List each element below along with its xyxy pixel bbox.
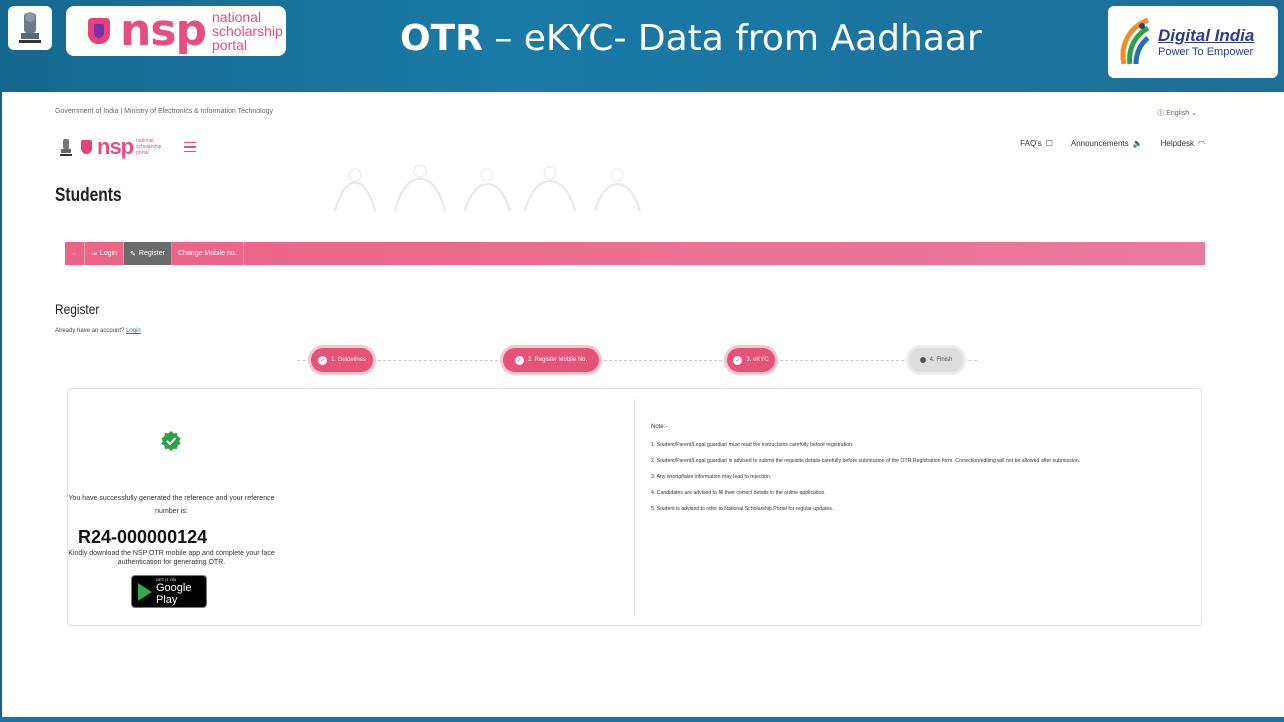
helpdesk-label: Helpdesk	[1160, 139, 1195, 148]
nav-register-label: Register	[138, 250, 165, 257]
check-icon: ✓	[733, 355, 743, 365]
nav-register[interactable]: ✎ Register	[124, 242, 172, 265]
site-nsp-logo[interactable]: nsp national scholarship portal	[81, 134, 161, 160]
pending-dot-icon	[919, 357, 926, 363]
nsp-logo-subtitle-2: scholarship	[212, 23, 283, 39]
back-arrow-icon: ←	[71, 250, 78, 257]
mini-emblem-icon	[60, 139, 72, 156]
faqs-label: FAQ's	[1020, 139, 1042, 148]
digital-india-swirl-icon	[1120, 17, 1150, 65]
slide-title-rest: – eKYC- Data from Aadhaar	[482, 18, 982, 59]
announcements-label: Announcements	[1070, 139, 1129, 148]
site-nsp-subtitle-3: portal	[136, 150, 149, 156]
slide-header: nsp national scholarship portal OTR – eK…	[0, 0, 1284, 92]
headset-icon: ◠	[1198, 139, 1205, 148]
chat-icon: ☐	[1045, 139, 1053, 148]
step-label: 2. Register Mobile No.	[527, 357, 588, 363]
already-account-text: Already have an account? Login	[55, 328, 141, 334]
faqs-link[interactable]: FAQ's ☐	[1020, 139, 1053, 148]
site-screenshot: Government of India | Ministry of Electr…	[55, 103, 1205, 633]
nsp-shield-icon	[88, 18, 110, 44]
note-item: 5. Student is advised to refer to Nation…	[651, 506, 834, 512]
nav-change-mobile[interactable]: Change Mobile no.	[172, 242, 244, 265]
stepper-line	[599, 360, 727, 361]
result-card: You have successfully generated the refe…	[67, 388, 1202, 626]
language-select[interactable]: ⓵ English ⌄	[1157, 108, 1197, 120]
menu-hamburger-icon[interactable]	[184, 142, 197, 152]
slide: nsp national scholarship portal OTR – eK…	[0, 0, 1284, 722]
google-play-big: Google Play	[156, 582, 192, 606]
stepper-line	[963, 360, 977, 361]
notes-panel: Note:- 1. Student/Parent/Legal guardian …	[651, 424, 1196, 522]
government-emblem-logo	[8, 6, 52, 50]
card-divider	[634, 399, 635, 617]
step-ekyc[interactable]: ✓ 3. eKYC	[727, 348, 775, 372]
already-text: Already have an account?	[55, 328, 125, 334]
step-register-mobile[interactable]: ✓ 2. Register Mobile No.	[503, 348, 599, 372]
step-finish[interactable]: 4. Finish	[909, 348, 963, 372]
nav-login-label: Login	[99, 250, 118, 257]
site-header: nsp national scholarship portal FAQ's ☐ A…	[55, 131, 1205, 163]
note-item: 4. Candidates are advised to fill their …	[651, 490, 826, 496]
login-icon: ⇥	[91, 250, 97, 258]
header-links: FAQ's ☐ Announcements 🔈 Helpdesk ◠	[1020, 139, 1205, 148]
site-nsp-subtitle: national scholarship portal	[136, 138, 161, 156]
check-icon: ✓	[514, 355, 524, 365]
success-message: You have successfully generated the refe…	[68, 495, 275, 515]
verified-badge-icon	[161, 431, 181, 451]
notes-heading: Note:-	[651, 424, 668, 430]
nsp-logo-subtitle: national scholarship portal	[212, 10, 283, 52]
speaker-icon: 🔈	[1132, 139, 1143, 148]
gov-strip-text: Government of India | Ministry of Electr…	[55, 108, 274, 115]
progress-stepper: ✓ 1. Guidelines ✓ 2. Register Mobile No. ✓…	[297, 348, 977, 372]
left-border	[0, 92, 2, 722]
announcements-link[interactable]: Announcements 🔈	[1071, 139, 1143, 148]
google-play-text: GET IT ON Google Play	[156, 577, 206, 606]
gov-strip: Government of India | Ministry of Electr…	[55, 108, 1205, 120]
stepper-line	[373, 360, 503, 361]
nsp-logo-subtitle-3: portal	[212, 37, 248, 53]
note-item: 3. Any wrong/false information may lead …	[651, 474, 772, 480]
check-icon: ✓	[317, 355, 327, 365]
register-title: Register	[55, 301, 100, 317]
nsp-logo: nsp national scholarship portal	[66, 6, 286, 56]
step-label: 1. Guidelines	[330, 357, 367, 363]
digital-india-text: Digital India Power To Empower	[1158, 26, 1254, 58]
slide-title: OTR – eKYC- Data from Aadhaar	[400, 18, 982, 59]
download-message: Kindly download the NSP OTR mobile app a…	[68, 550, 275, 566]
notes-list: 1. Student/Parent/Legal guardian must re…	[651, 442, 1196, 512]
digital-india-logo: Digital India Power To Empower	[1108, 6, 1278, 78]
reference-number: R24-000000124	[78, 527, 208, 547]
edit-icon: ✎	[130, 250, 136, 258]
nsp-logo-word: nsp	[120, 5, 207, 56]
login-link[interactable]: Login	[126, 328, 141, 334]
nav-change-mobile-label: Change Mobile no.	[177, 250, 237, 257]
stepper-line	[297, 360, 311, 361]
site-nsp-word: nsp	[97, 134, 134, 159]
helpdesk-link[interactable]: Helpdesk ◠	[1161, 139, 1205, 148]
nsp-logo-subtitle-1: national	[212, 9, 262, 25]
google-play-button[interactable]: GET IT ON Google Play	[131, 575, 207, 608]
nav-login[interactable]: ⇥ Login	[85, 242, 125, 265]
site-nsp-shield-icon	[81, 140, 92, 154]
google-play-icon	[138, 582, 152, 601]
slide-title-bold: OTR	[400, 18, 483, 59]
language-label: English	[1166, 110, 1190, 117]
digital-india-tagline: Power To Empower	[1158, 46, 1254, 58]
stepper-line	[775, 360, 909, 361]
note-item: 1. Student/Parent/Legal guardian must re…	[651, 442, 854, 448]
step-label: 4. Finish	[929, 357, 953, 363]
step-label: 3. eKYC	[746, 357, 769, 363]
step-guidelines[interactable]: ✓ 1. Guidelines	[311, 348, 373, 372]
note-item: 2. Student/Parent/Legal guardian is advi…	[651, 458, 1081, 464]
digital-india-title: Digital India	[1158, 26, 1255, 45]
page-heading: Students	[55, 185, 122, 206]
students-sketch-illustration	[334, 164, 641, 212]
nav-back-button[interactable]: ←	[65, 242, 85, 265]
nav-bar: ← ⇥ Login ✎ Register Change Mobile no.	[65, 242, 1205, 265]
bottom-border	[0, 717, 1284, 722]
emblem-icon	[19, 12, 41, 43]
